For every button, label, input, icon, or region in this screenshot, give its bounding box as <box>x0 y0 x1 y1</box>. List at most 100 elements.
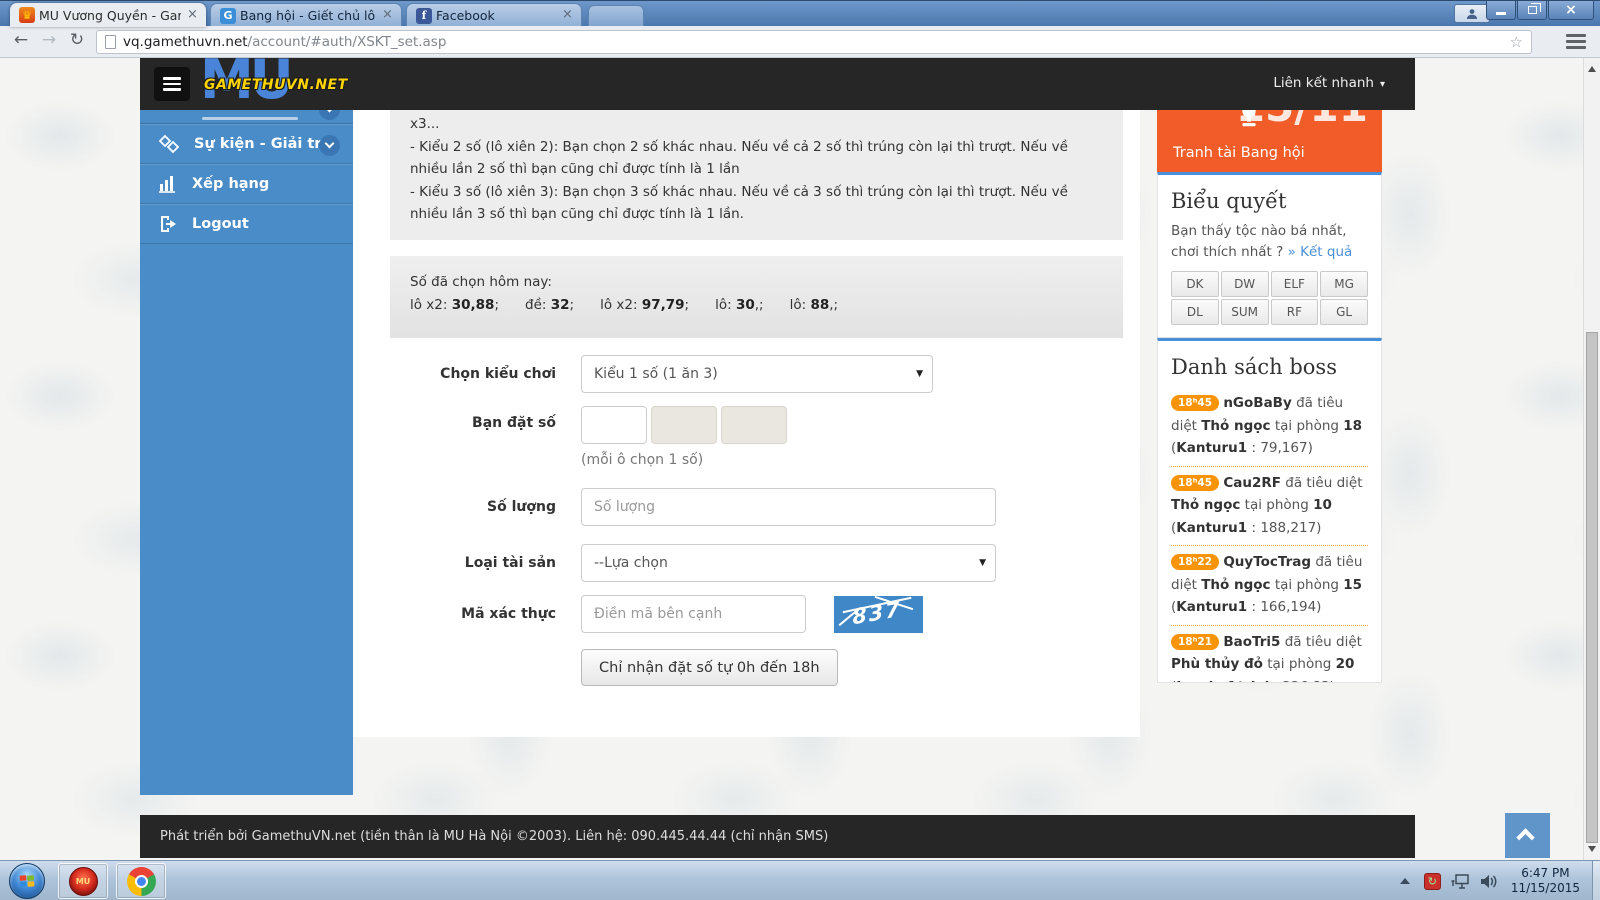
poll-option-button[interactable]: RF <box>1271 299 1319 325</box>
tab-close-icon[interactable]: × <box>380 8 395 23</box>
asset-type-select[interactable]: --Lựa chọn ▼ <box>581 544 996 582</box>
chevron-up-icon <box>1516 828 1534 846</box>
number-input-3-disabled <box>721 406 787 444</box>
scrollbar-thumb[interactable] <box>1586 332 1598 843</box>
show-desktop-button[interactable] <box>1592 861 1600 900</box>
back-icon[interactable]: ← <box>8 30 34 50</box>
boss-list-item: 18ʰ22 QuyTocTrag đã tiêu diệt Thỏ ngọc t… <box>1171 545 1368 625</box>
taskbar-chrome-button[interactable] <box>116 863 166 899</box>
boss-time-badge: 18ʰ21 <box>1171 634 1219 650</box>
mu-game-icon: MU <box>69 867 98 896</box>
page-viewport: MU GAMETHUVN.NET Liên kết nhanh▾ Sự kiện… <box>0 58 1600 860</box>
captcha-image[interactable]: 837 <box>834 596 923 633</box>
poll-option-button[interactable]: MG <box>1320 271 1368 297</box>
tray-updater-icon[interactable]: ↻ <box>1424 873 1441 890</box>
captcha-input[interactable] <box>581 595 806 633</box>
quick-links-dropdown[interactable]: Liên kết nhanh▾ <box>1273 75 1385 91</box>
poll-option-button[interactable]: DW <box>1221 271 1269 297</box>
site-footer: Phát triển bởi GamethuVN.net (tiền thân … <box>140 815 1415 858</box>
poll-option-button[interactable]: ELF <box>1271 271 1319 297</box>
play-type-label: Chọn kiểu chơi <box>353 366 581 382</box>
tab-close-icon[interactable]: × <box>185 8 200 23</box>
restore-icon <box>1528 6 1537 14</box>
screen: ♛ MU Vương Quyền - Game × G Bang hội - G… <box>0 0 1600 900</box>
bookmark-star-icon[interactable]: ☆ <box>1510 33 1523 51</box>
scrollbar-down-arrow-icon[interactable] <box>1588 846 1596 852</box>
tab-close-icon[interactable]: × <box>560 8 575 23</box>
boss-widget: Danh sách boss 18ʰ45 nGoBaBy đã tiêu diệ… <box>1157 338 1382 683</box>
diamond-link-icon <box>158 133 180 155</box>
window-controls: × <box>1485 1 1594 20</box>
tab-bang-hoi[interactable]: G Bang hội - Giết chủ lô 15 - × <box>210 3 402 27</box>
sidebar-item-xep-hang[interactable]: Xếp hạng <box>140 164 353 204</box>
tab-mu-vuong-quyen[interactable]: ♛ MU Vương Quyền - Game × <box>10 3 206 27</box>
asset-type-label: Loại tài sản <box>353 555 581 571</box>
boss-title: Danh sách boss <box>1171 355 1368 379</box>
system-tray: ↻ 6:47 PM 11/15/2015 <box>1400 861 1600 900</box>
boss-time-badge: 18ʰ45 <box>1171 395 1219 411</box>
restore-button[interactable] <box>1517 1 1547 20</box>
mu-crown-favicon-icon: ♛ <box>19 7 35 23</box>
network-icon[interactable] <box>1450 873 1470 890</box>
rules-line: - Kiểu 2 số (lô xiên 2): Bạn chọn 2 số k… <box>410 136 1103 181</box>
play-type-select[interactable]: Kiểu 1 số (1 ăn 3) ▼ <box>581 355 933 393</box>
quantity-label: Số lượng <box>353 499 581 515</box>
chevron-down-badge[interactable] <box>319 135 340 156</box>
scrollbar-up-arrow-icon[interactable] <box>1588 66 1596 72</box>
minimize-button[interactable] <box>1486 1 1516 20</box>
close-button[interactable]: × <box>1548 1 1594 20</box>
poll-result-link[interactable]: » Kết quả <box>1288 244 1353 260</box>
number-input-1[interactable] <box>581 406 647 444</box>
chosen-entry: lô: 88,; <box>790 297 839 313</box>
quantity-input[interactable] <box>581 488 996 526</box>
poll-title: Biểu quyết <box>1171 189 1368 213</box>
browser-scrollbar[interactable] <box>1583 58 1600 860</box>
boss-list-item: 18ʰ45 nGoBaBy đã tiêu diệt Thỏ ngọc tại … <box>1171 387 1368 466</box>
reload-icon[interactable]: ↻ <box>64 30 90 50</box>
address-bar[interactable]: vq.gamethuvn.net/account/#auth/XSKT_set.… <box>96 30 1532 54</box>
poll-option-button[interactable]: SUM <box>1221 299 1269 325</box>
poll-option-button[interactable]: DL <box>1171 299 1219 325</box>
sidebar-toggle-button[interactable] <box>154 67 190 101</box>
boss-list-item: 18ʰ45 Cau2RF đã tiêu diệt Thỏ ngọc tại p… <box>1171 466 1368 546</box>
sidebar-item-logout[interactable]: Logout <box>140 204 353 244</box>
bet-form: Chọn kiểu chơi Kiểu 1 số (1 ăn 3) ▼ Bạn … <box>353 355 1140 699</box>
submit-button[interactable]: Chỉ nhận đặt số tự 0h đến 18h <box>581 649 838 686</box>
sidebar: Sự kiện - Giải trí Xếp hạng Logout <box>140 110 353 795</box>
taskbar-mu-app-button[interactable]: MU <box>58 863 108 899</box>
url-text: vq.gamethuvn.net/account/#auth/XSKT_set.… <box>123 34 446 50</box>
boss-list: 18ʰ45 nGoBaBy đã tiêu diệt Thỏ ngọc tại … <box>1171 387 1368 683</box>
site-logo[interactable]: MU GAMETHUVN.NET <box>200 58 400 110</box>
poll-option-button[interactable]: GL <box>1320 299 1368 325</box>
main-content: x3... - Kiểu 2 số (lô xiên 2): Bạn chọn … <box>353 110 1140 737</box>
banner-title: Tranh tài Bang hội <box>1173 145 1305 161</box>
scroll-to-top-button[interactable] <box>1505 813 1550 858</box>
sidebar-item-partial[interactable] <box>140 110 353 124</box>
tab-title: Facebook <box>436 8 556 23</box>
browser-toolbar: ← → ↻ vq.gamethuvn.net/account/#auth/XSK… <box>0 26 1600 58</box>
chosen-numbers-box: Số đã chọn hôm nay: lô x2: 30,88;đề: 32;… <box>390 256 1123 338</box>
minimize-icon <box>1496 12 1506 15</box>
logo-domain-text: GAMETHUVN.NET <box>204 77 348 93</box>
taskbar-clock[interactable]: 6:47 PM 11/15/2015 <box>1511 866 1580 896</box>
boss-time-badge: 18ʰ22 <box>1171 554 1219 570</box>
chevron-down-icon: ▾ <box>1380 79 1385 90</box>
hidden-icons-arrow-icon[interactable] <box>1400 878 1410 884</box>
number-input-2-disabled <box>651 406 717 444</box>
facebook-favicon-icon: f <box>416 8 432 24</box>
numbers-hint: (mỗi ô chọn 1 số) <box>581 452 791 468</box>
forward-icon[interactable]: → <box>36 30 62 50</box>
new-tab-button[interactable] <box>588 5 644 27</box>
tab-facebook[interactable]: f Facebook × <box>406 3 582 27</box>
rules-box: x3... - Kiểu 2 số (lô xiên 2): Bạn chọn … <box>390 110 1123 240</box>
chrome-menu-icon[interactable] <box>1566 34 1586 49</box>
boss-list-item: 18ʰ21 BaoTri5 đã tiêu diệt Phù thủy đỏ t… <box>1171 625 1368 684</box>
chosen-entry: lô: 30,; <box>715 297 764 313</box>
speaker-icon[interactable] <box>1479 873 1498 890</box>
start-button[interactable] <box>9 863 45 899</box>
bar-chart-icon <box>158 174 178 194</box>
chevron-down-icon: ▼ <box>979 545 986 581</box>
sidebar-item-su-kien[interactable]: Sự kiện - Giải trí <box>140 124 353 164</box>
poll-option-button[interactable]: DK <box>1171 271 1219 297</box>
browser-titlebar: ♛ MU Vương Quyền - Game × G Bang hội - G… <box>0 0 1600 26</box>
